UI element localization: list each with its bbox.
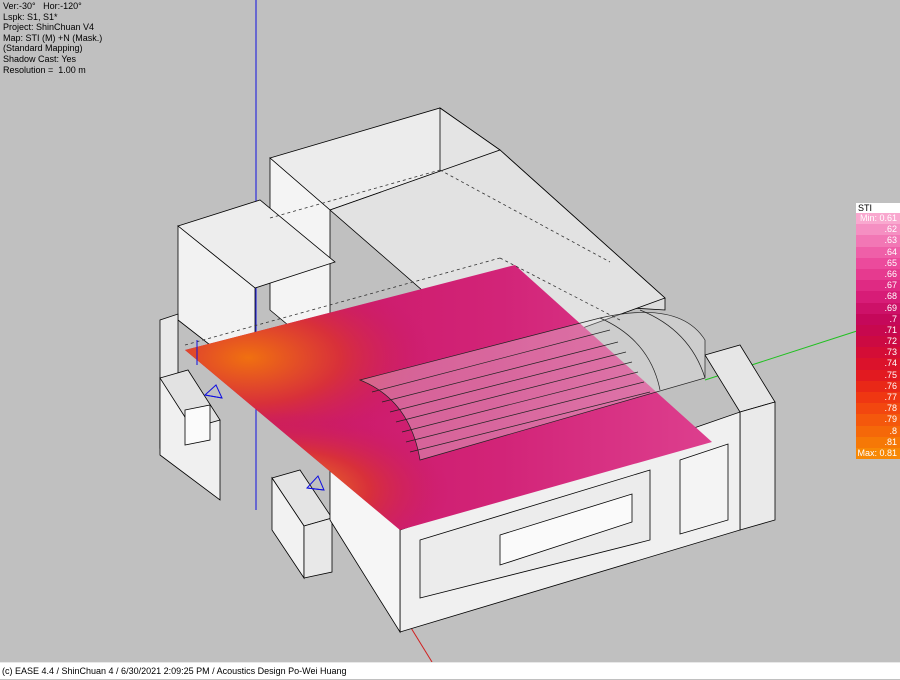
legend-entry: .67 <box>856 280 900 292</box>
legend-entry: .62 <box>856 224 900 236</box>
legend-entry: .72 <box>856 336 900 348</box>
legend-entry: .69 <box>856 302 900 314</box>
info-line: Resolution = 1.00 m <box>3 64 86 75</box>
legend-entry: .68 <box>856 291 900 303</box>
legend-title: STI <box>856 203 900 213</box>
legend-entry: .71 <box>856 324 900 337</box>
info-line: (Standard Mapping) <box>3 43 83 54</box>
legend-entry: .81 <box>856 436 900 448</box>
legend-entry: .77 <box>856 392 900 404</box>
legend-entry: .74 <box>856 358 900 370</box>
legend-entry: .8 <box>856 425 900 437</box>
info-line: Lspk: S1, S1* <box>3 11 58 22</box>
legend-entry: .63 <box>856 235 900 247</box>
info-line: Ver:-30° Hor:-120° <box>3 1 82 11</box>
legend-entry: .7 <box>856 313 900 325</box>
legend-entry: .79 <box>856 414 900 426</box>
legend-entry: .73 <box>856 347 900 359</box>
room-model-render <box>159 0 861 662</box>
status-bar: (c) EASE 4.4 / ShinChuan 4 / 6/30/2021 2… <box>0 662 900 679</box>
legend-entry: .78 <box>856 403 900 415</box>
legend-entry: .75 <box>856 369 900 381</box>
legend-entry: .76 <box>856 380 900 392</box>
info-line: Project: ShinChuan V4 <box>3 22 95 33</box>
legend-entry: .66 <box>856 268 900 281</box>
info-line: Shadow Cast: Yes <box>3 53 77 64</box>
sti-legend: STI Min: 0.61.62.63.64.65.66.67.68.69.7.… <box>856 203 900 460</box>
info-line: Map: STI (M) +N (Mask.) <box>3 32 103 43</box>
legend-entry: .64 <box>856 246 900 258</box>
legend-entry: Max: 0.81 <box>856 447 900 460</box>
3d-viewport[interactable]: Ver:-30° Hor:-120° Lspk: S1, S1* Project: … <box>0 0 900 662</box>
legend-entry: .65 <box>856 257 900 269</box>
view-info-panel: Ver:-30° Hor:-120° Lspk: S1, S1* Project: … <box>3 1 102 75</box>
legend-entry: Min: 0.61 <box>856 213 900 225</box>
